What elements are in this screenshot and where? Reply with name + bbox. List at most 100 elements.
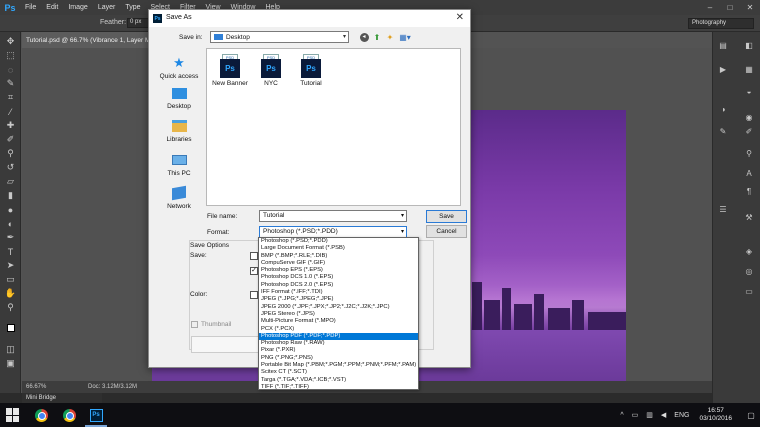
document-tab[interactable]: Tutorial.psd @ 66.7% (Vibrance 1, Layer … <box>22 32 154 48</box>
chrome-taskbar-icon[interactable] <box>58 406 80 424</box>
quick-select-tool-icon[interactable]: ✎ <box>4 78 17 89</box>
format-option[interactable]: Portable Bit Map (*.PBM;*.PGM;*.PPM;*.PN… <box>259 362 418 369</box>
volume-icon[interactable]: ◀ <box>661 411 666 419</box>
chevron-down-icon[interactable]: ▾ <box>401 227 404 237</box>
workspace-select[interactable]: Photography <box>688 18 754 29</box>
paragraph-panel-icon[interactable]: ¶ <box>743 186 755 197</box>
format-option[interactable]: Photoshop PDF (*.PDF;*.PDP) <box>259 332 418 341</box>
eraser-tool-icon[interactable]: ▱ <box>4 176 17 187</box>
character-panel-icon[interactable]: A <box>743 168 755 179</box>
format-dropdown-list[interactable]: Photoshop (*.PSD;*.PDD) Large Document Fo… <box>258 237 419 390</box>
gradient-tool-icon[interactable]: ▮ <box>4 190 17 201</box>
thumbnail-checkbox[interactable] <box>191 321 198 328</box>
format-option[interactable]: JPEG (*.JPG;*.JPEG;*.JPE) <box>259 296 418 303</box>
type-tool-icon[interactable]: T <box>4 246 17 257</box>
format-option[interactable]: Scitex CT (*.SCT) <box>259 369 418 376</box>
color-option-checkbox[interactable] <box>250 291 258 299</box>
format-option[interactable]: JPEG Stereo (*.JPS) <box>259 311 418 318</box>
taskbar-clock[interactable]: 16:57 03/10/2016 <box>699 407 732 423</box>
menu-layer[interactable]: Layer <box>93 4 121 11</box>
rectangle-tool-icon[interactable]: ▭ <box>4 274 17 285</box>
styles-panel-icon[interactable]: ◒ <box>743 86 755 97</box>
brush-presets-icon[interactable]: ✐ <box>743 126 755 137</box>
language-indicator[interactable]: ENG <box>674 412 689 419</box>
format-option[interactable]: BMP (*.BMP;*.RLE;*.DIB) <box>259 253 418 260</box>
properties-panel-icon[interactable]: ☰ <box>717 204 729 215</box>
format-option[interactable]: IFF Format (*.IFF;*.TDI) <box>259 289 418 296</box>
minimize-button[interactable]: – <box>700 0 720 15</box>
chevron-down-icon[interactable]: ▾ <box>401 211 404 221</box>
healing-tool-icon[interactable]: ✚ <box>4 120 17 131</box>
menu-edit[interactable]: Edit <box>41 4 63 11</box>
network-icon[interactable]: ▥ <box>646 411 653 419</box>
path-select-tool-icon[interactable]: ➤ <box>4 260 17 271</box>
format-option[interactable]: TIFF (*.TIF;*.TIFF) <box>259 384 418 391</box>
photoshop-taskbar-icon[interactable]: Ps <box>85 406 107 424</box>
format-option[interactable]: JPEG 2000 (*.JPF;*.JPX;*.JP2;*.J2C;*.J2K… <box>259 304 418 311</box>
dialog-close-icon[interactable]: ✕ <box>456 12 464 23</box>
swatches-panel-icon[interactable]: ▦ <box>743 64 755 75</box>
format-option[interactable]: PCX (*.PCX) <box>259 326 418 333</box>
screen-mode-icon[interactable]: ▣ <box>4 358 17 369</box>
format-option[interactable]: Photoshop Raw (*.RAW) <box>259 340 418 347</box>
file-item[interactable]: PSD Ps New Banner <box>207 54 253 87</box>
cancel-button[interactable]: Cancel <box>426 225 467 238</box>
format-option[interactable]: Pixar (*.PXR) <box>259 347 418 354</box>
actions-panel-icon[interactable]: ▶ <box>717 64 729 75</box>
mini-bridge-tab[interactable]: Mini Bridge <box>22 393 102 403</box>
layers-panel-icon[interactable]: ◈ <box>743 246 755 257</box>
lasso-tool-icon[interactable]: ◌ <box>4 64 17 75</box>
place-desktop[interactable]: Desktop <box>154 86 204 110</box>
brush-tool-icon[interactable]: ✐ <box>4 134 17 145</box>
paths-panel-icon[interactable]: ▭ <box>743 286 755 297</box>
clone-source-icon[interactable]: ⚲ <box>743 148 755 159</box>
close-button[interactable]: ✕ <box>740 0 760 15</box>
quick-mask-icon[interactable]: ◫ <box>4 344 17 355</box>
adjustments-panel-icon[interactable]: ◑ <box>717 104 729 115</box>
save-option-checkbox-checked[interactable]: ✓ <box>250 267 258 275</box>
place-libraries[interactable]: Libraries <box>154 119 204 143</box>
format-option[interactable]: Photoshop EPS (*.EPS) <box>259 267 418 274</box>
format-option[interactable]: Photoshop (*.PSD;*.PDD) <box>259 238 418 245</box>
save-button[interactable]: Save <box>426 210 467 223</box>
zoom-tool-icon[interactable]: ⚲ <box>4 302 17 313</box>
file-item[interactable]: PSD Ps Tutorial <box>288 54 334 87</box>
file-name-input[interactable]: Tutorial ▾ <box>259 210 407 222</box>
place-network[interactable]: Network <box>154 185 204 210</box>
up-folder-icon[interactable]: ⬆ <box>372 32 382 42</box>
notifications-icon[interactable]: ▢ <box>742 411 760 420</box>
back-icon[interactable]: ◂ <box>359 32 369 42</box>
place-quick-access[interactable]: ★ Quick access <box>154 55 204 80</box>
menu-type[interactable]: Type <box>120 4 145 11</box>
battery-icon[interactable]: ▭ <box>632 411 639 419</box>
chevron-up-icon[interactable]: ^ <box>620 412 623 419</box>
color-swatches-icon[interactable] <box>4 322 17 333</box>
place-this-pc[interactable]: This PC <box>154 153 204 177</box>
chrome-taskbar-icon[interactable] <box>30 406 52 424</box>
marquee-tool-icon[interactable]: ⬚ <box>4 50 17 61</box>
format-option[interactable]: CompuServe GIF (*.GIF) <box>259 260 418 267</box>
pen-tool-icon[interactable]: ✒ <box>4 232 17 243</box>
dialog-titlebar[interactable]: Ps Save As ✕ <box>149 10 470 27</box>
color-panel-icon[interactable]: ◧ <box>743 40 755 51</box>
history-panel-icon[interactable]: ▤ <box>717 40 729 51</box>
windows-start-icon[interactable] <box>6 408 20 422</box>
view-menu-icon[interactable]: ▦▾ <box>398 32 412 42</box>
format-option[interactable]: Multi-Picture Format (*.MPO) <box>259 318 418 325</box>
eye-icon[interactable]: ◉ <box>743 112 755 123</box>
brush-panel-icon[interactable]: ✎ <box>717 126 729 137</box>
format-option[interactable]: Targa (*.TGA;*.VDA;*.ICB;*.VST) <box>259 377 418 384</box>
move-tool-icon[interactable]: ✥ <box>4 36 17 47</box>
new-folder-icon[interactable]: ✦ <box>385 32 395 42</box>
format-option[interactable]: Large Document Format (*.PSB) <box>259 245 418 252</box>
zoom-readout[interactable]: 66.67% <box>26 384 46 390</box>
menu-file[interactable]: File <box>20 4 41 11</box>
format-option[interactable]: Photoshop DCS 2.0 (*.EPS) <box>259 282 418 289</box>
feather-input[interactable]: 0 px <box>127 18 149 28</box>
dodge-tool-icon[interactable]: ◐ <box>4 218 17 229</box>
crop-tool-icon[interactable]: ⌗ <box>4 92 17 103</box>
tool-presets-icon[interactable]: ⚒ <box>743 212 755 223</box>
save-option-checkbox[interactable] <box>250 252 258 260</box>
file-list[interactable]: PSD Ps New Banner PSD Ps NYC PSD Ps Tuto… <box>206 48 461 206</box>
channels-panel-icon[interactable]: ◎ <box>743 266 755 277</box>
